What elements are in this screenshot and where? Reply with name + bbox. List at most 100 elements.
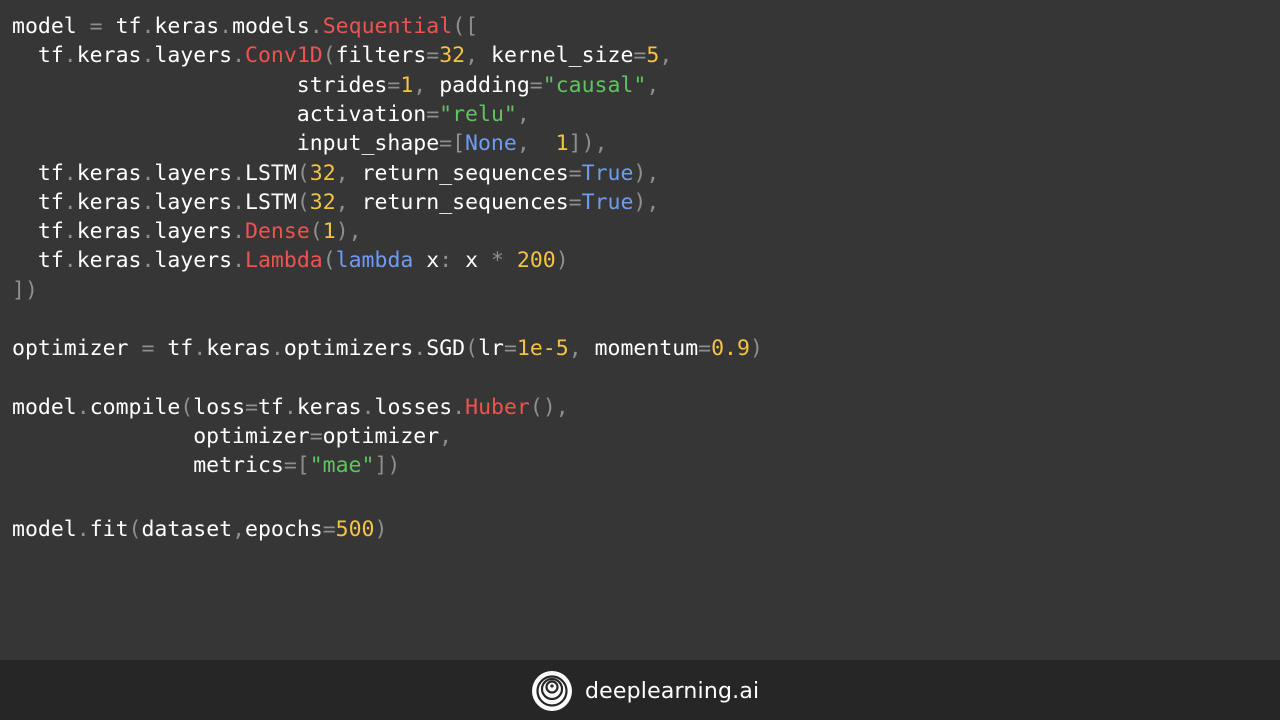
code-token: . [76, 395, 90, 420]
code-token: Lambda [245, 248, 323, 274]
code-token: , [413, 72, 440, 98]
code-token: = [633, 43, 647, 69]
code-token: =[ [439, 131, 466, 157]
code-token: . [76, 517, 90, 542]
code-token: keras [76, 160, 142, 186]
code-token: layers [154, 189, 233, 215]
code-token: = [322, 517, 336, 542]
code-token: True [581, 189, 634, 215]
code-token: optimizer [12, 336, 129, 361]
code-token: fit [89, 517, 129, 542]
code-token: None [465, 131, 517, 157]
code-token: 1e-5 [516, 336, 569, 361]
code-token: optimizers [283, 336, 414, 361]
code-token: . [232, 219, 246, 245]
code-token: 32 [309, 160, 336, 186]
code-token: lambda [335, 248, 414, 274]
code-token: tf [167, 336, 194, 361]
code-token: ( [296, 189, 310, 215]
code-token: kernel_size [491, 43, 634, 69]
deeplearning-logo-icon [532, 671, 572, 711]
code-token: 1 [555, 131, 569, 157]
code-token: losses [374, 395, 453, 420]
code-token: ]), [568, 131, 608, 157]
code-token: LSTM [245, 160, 297, 186]
code-line: activation="relu", [12, 100, 530, 130]
code-token: = [309, 424, 323, 450]
code-token: . [232, 248, 246, 274]
code-token: = [529, 72, 543, 98]
code-token: 500 [335, 517, 375, 542]
code-token: ), [633, 189, 660, 215]
code-token: 200 [516, 248, 556, 274]
code-token: True [581, 160, 634, 186]
code-token: SGD [426, 336, 466, 361]
brand-name: deeplearning.ai [585, 678, 760, 704]
code-token: . [63, 43, 77, 69]
code-token: . [270, 336, 284, 361]
code-token: = [426, 101, 440, 127]
code-token: tf [12, 43, 64, 69]
code-token: model [12, 395, 77, 420]
code-token: input_shape [12, 131, 440, 157]
code-token: models [232, 14, 310, 39]
code-token: LSTM [245, 189, 297, 215]
code-token: = [426, 43, 440, 69]
code-token: = [503, 336, 517, 361]
code-token: . [219, 14, 233, 39]
code-token: "causal" [542, 72, 647, 98]
code-token: . [361, 395, 375, 420]
code-token: , [232, 517, 246, 542]
code-token: . [141, 248, 155, 274]
code-token: epochs [245, 517, 323, 542]
code-token: ( [128, 517, 142, 542]
code-token: 1 [322, 219, 336, 245]
code-token: tf [257, 395, 284, 420]
code-token: keras [76, 189, 142, 215]
code-token: . [232, 43, 246, 69]
code-token: = [568, 160, 582, 186]
code-token: tf [12, 219, 64, 245]
code-token: , [439, 424, 453, 450]
code-token: = [568, 189, 582, 215]
code-token: layers [154, 160, 233, 186]
code-token: filters [335, 43, 427, 69]
code-token: , [516, 101, 530, 127]
code-token: = [76, 14, 116, 39]
code-token: compile [89, 395, 181, 420]
code-token: 0.9 [711, 336, 750, 361]
code-line: tf.keras.layers.LSTM(32, return_sequence… [12, 159, 659, 189]
code-token: activation [12, 101, 427, 127]
code-token: Sequential [322, 14, 453, 39]
code-line: tf.keras.layers.Conv1D(filters=32, kerne… [12, 41, 672, 71]
code-token: model [12, 517, 77, 542]
code-token: , [465, 43, 492, 69]
code-token: ( [322, 248, 336, 274]
code-line: optimizer = tf.keras.optimizers.SGD(lr=1… [12, 334, 763, 364]
code-line: optimizer=optimizer, [12, 422, 452, 452]
code-token: optimizer [322, 424, 440, 450]
code-line: input_shape=[None, 1]), [12, 129, 608, 159]
code-token: . [283, 395, 297, 420]
code-token: ( [322, 43, 336, 69]
code-token: . [141, 189, 155, 215]
code-token: ) [374, 517, 388, 542]
code-token: . [141, 219, 155, 245]
code-token: keras [296, 395, 362, 420]
code-token: lr [478, 336, 504, 361]
code-token: . [193, 336, 207, 361]
code-token: , [335, 189, 362, 215]
code-token: ]) [374, 453, 401, 479]
code-token: "relu" [439, 101, 517, 127]
code-token: tf [12, 248, 64, 274]
code-token: ( [296, 160, 310, 186]
code-token: model [12, 14, 77, 39]
code-token: ( [180, 395, 194, 420]
code-line: tf.keras.layers.LSTM(32, return_sequence… [12, 188, 659, 218]
code-token: ), [633, 160, 660, 186]
code-token: 1 [400, 72, 414, 98]
code-token: =[ [283, 453, 310, 479]
code-token: , [646, 72, 660, 98]
code-token: : [439, 248, 466, 274]
code-line: model = tf.keras.models.Sequential([ [12, 12, 478, 42]
